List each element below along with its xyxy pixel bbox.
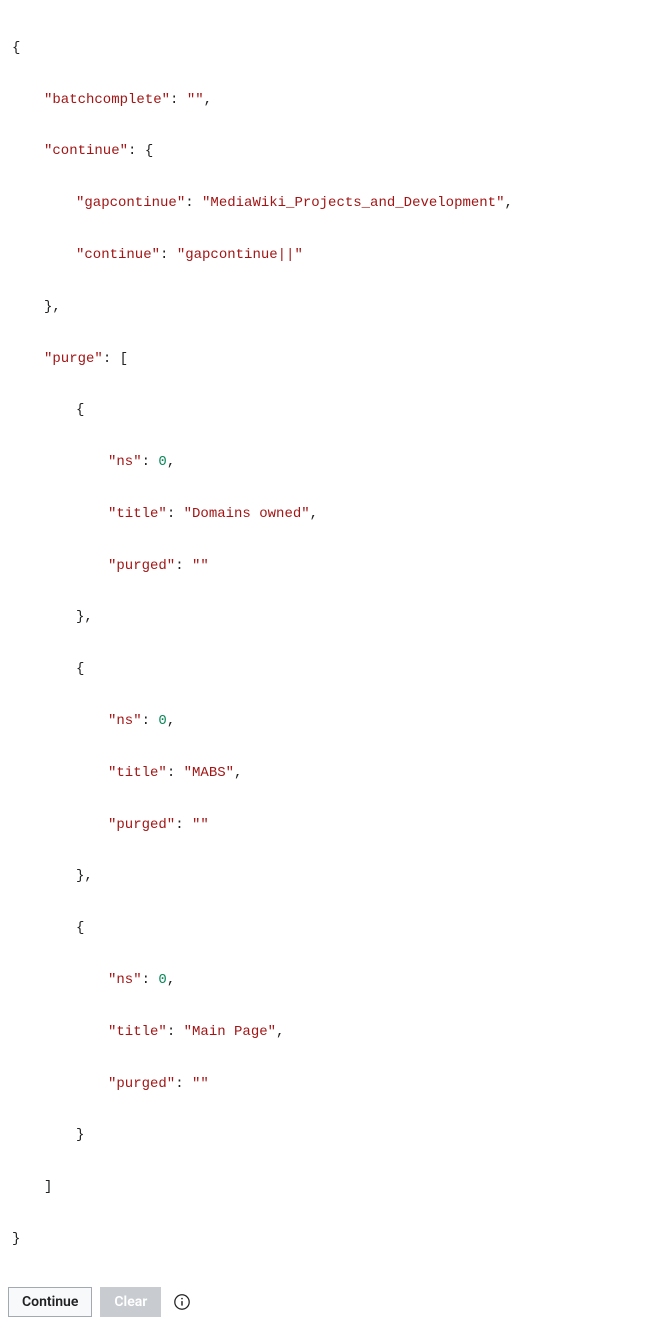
info-icon[interactable] (173, 1293, 191, 1311)
continue-button[interactable]: Continue (8, 1287, 92, 1317)
button-row: Continue Clear (0, 1287, 661, 1325)
clear-button[interactable]: Clear (100, 1287, 161, 1317)
json-output: { "batchcomplete": "", "continue": { "ga… (0, 0, 661, 1287)
